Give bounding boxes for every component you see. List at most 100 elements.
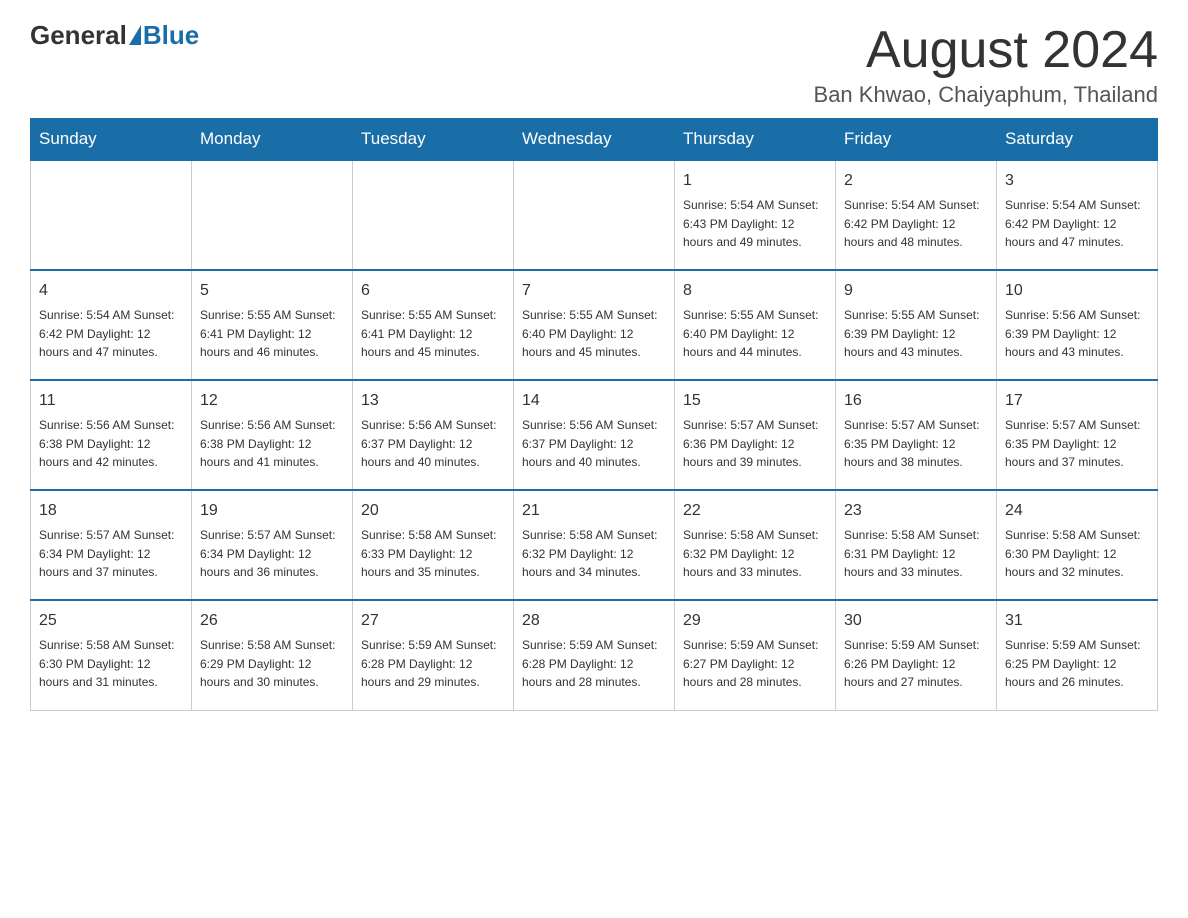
day-number: 23 [844, 499, 988, 523]
day-number: 30 [844, 609, 988, 633]
weekday-header-friday: Friday [836, 119, 997, 161]
week-row-1: 1 Sunrise: 5:54 AM Sunset: 6:43 PM Daylig… [31, 160, 1158, 270]
day-number: 26 [200, 609, 344, 633]
calendar-cell: 11 Sunrise: 5:56 AM Sunset: 6:38 PM Dayli… [31, 380, 192, 490]
page-header: General Blue August 2024 Ban Khwao, Chai… [30, 20, 1158, 108]
weekday-header-wednesday: Wednesday [514, 119, 675, 161]
logo-general-text: General [30, 20, 127, 51]
week-row-3: 11 Sunrise: 5:56 AM Sunset: 6:38 PM Dayli… [31, 380, 1158, 490]
day-info: Sunrise: 5:58 AM Sunset: 6:32 PM Dayligh… [683, 526, 827, 582]
day-number: 8 [683, 279, 827, 303]
day-number: 24 [1005, 499, 1149, 523]
calendar-cell: 21 Sunrise: 5:58 AM Sunset: 6:32 PM Dayli… [514, 490, 675, 600]
calendar-cell: 6Sunrise: 5:55 AM Sunset: 6:41 PM Daylig… [353, 270, 514, 380]
day-number: 28 [522, 609, 666, 633]
day-number: 3 [1005, 169, 1149, 193]
day-info: Sunrise: 5:59 AM Sunset: 6:27 PM Dayligh… [683, 636, 827, 692]
day-info: Sunrise: 5:54 AM Sunset: 6:42 PM Dayligh… [39, 306, 183, 362]
week-row-5: 25 Sunrise: 5:58 AM Sunset: 6:30 PM Dayli… [31, 600, 1158, 710]
calendar-cell: 22 Sunrise: 5:58 AM Sunset: 6:32 PM Dayli… [675, 490, 836, 600]
calendar-cell: 4Sunrise: 5:54 AM Sunset: 6:42 PM Daylig… [31, 270, 192, 380]
calendar-cell: 13Sunrise: 5:56 AM Sunset: 6:37 PM Dayli… [353, 380, 514, 490]
day-info: Sunrise: 5:56 AM Sunset: 6:38 PM Dayligh… [39, 416, 183, 472]
calendar-table: SundayMondayTuesdayWednesdayThursdayFrid… [30, 118, 1158, 711]
day-number: 2 [844, 169, 988, 193]
calendar-cell [514, 160, 675, 270]
day-number: 9 [844, 279, 988, 303]
calendar-cell: 15 Sunrise: 5:57 AM Sunset: 6:36 PM Dayli… [675, 380, 836, 490]
day-info: Sunrise: 5:58 AM Sunset: 6:31 PM Dayligh… [844, 526, 988, 582]
calendar-cell: 1 Sunrise: 5:54 AM Sunset: 6:43 PM Daylig… [675, 160, 836, 270]
day-number: 20 [361, 499, 505, 523]
calendar-cell [192, 160, 353, 270]
day-number: 17 [1005, 389, 1149, 413]
day-info: Sunrise: 5:55 AM Sunset: 6:40 PM Dayligh… [683, 306, 827, 362]
location-title: Ban Khwao, Chaiyaphum, Thailand [814, 82, 1158, 108]
calendar-cell: 31 Sunrise: 5:59 AM Sunset: 6:25 PM Dayli… [997, 600, 1158, 710]
day-info: Sunrise: 5:58 AM Sunset: 6:29 PM Dayligh… [200, 636, 344, 692]
day-number: 6 [361, 279, 505, 303]
weekday-header-row: SundayMondayTuesdayWednesdayThursdayFrid… [31, 119, 1158, 161]
day-info: Sunrise: 5:59 AM Sunset: 6:26 PM Dayligh… [844, 636, 988, 692]
day-info: Sunrise: 5:58 AM Sunset: 6:32 PM Dayligh… [522, 526, 666, 582]
day-info: Sunrise: 5:57 AM Sunset: 6:35 PM Dayligh… [844, 416, 988, 472]
day-info: Sunrise: 5:58 AM Sunset: 6:33 PM Dayligh… [361, 526, 505, 582]
day-number: 14 [522, 389, 666, 413]
day-number: 16 [844, 389, 988, 413]
day-number: 1 [683, 169, 827, 193]
day-info: Sunrise: 5:58 AM Sunset: 6:30 PM Dayligh… [39, 636, 183, 692]
calendar-cell: 7Sunrise: 5:55 AM Sunset: 6:40 PM Daylig… [514, 270, 675, 380]
calendar-cell: 2 Sunrise: 5:54 AM Sunset: 6:42 PM Daylig… [836, 160, 997, 270]
calendar-cell: 16 Sunrise: 5:57 AM Sunset: 6:35 PM Dayli… [836, 380, 997, 490]
day-number: 27 [361, 609, 505, 633]
week-row-2: 4Sunrise: 5:54 AM Sunset: 6:42 PM Daylig… [31, 270, 1158, 380]
logo-blue-text: Blue [143, 20, 199, 51]
calendar-cell: 29 Sunrise: 5:59 AM Sunset: 6:27 PM Dayli… [675, 600, 836, 710]
day-info: Sunrise: 5:56 AM Sunset: 6:39 PM Dayligh… [1005, 306, 1149, 362]
day-info: Sunrise: 5:57 AM Sunset: 6:35 PM Dayligh… [1005, 416, 1149, 472]
weekday-header-saturday: Saturday [997, 119, 1158, 161]
calendar-cell [353, 160, 514, 270]
weekday-header-thursday: Thursday [675, 119, 836, 161]
weekday-header-sunday: Sunday [31, 119, 192, 161]
calendar-cell: 8 Sunrise: 5:55 AM Sunset: 6:40 PM Daylig… [675, 270, 836, 380]
day-info: Sunrise: 5:57 AM Sunset: 6:36 PM Dayligh… [683, 416, 827, 472]
day-info: Sunrise: 5:57 AM Sunset: 6:34 PM Dayligh… [200, 526, 344, 582]
calendar-cell: 5 Sunrise: 5:55 AM Sunset: 6:41 PM Daylig… [192, 270, 353, 380]
day-number: 18 [39, 499, 183, 523]
weekday-header-tuesday: Tuesday [353, 119, 514, 161]
calendar-cell: 17 Sunrise: 5:57 AM Sunset: 6:35 PM Dayli… [997, 380, 1158, 490]
logo: General Blue [30, 20, 199, 51]
calendar-header: SundayMondayTuesdayWednesdayThursdayFrid… [31, 119, 1158, 161]
day-number: 21 [522, 499, 666, 523]
month-title: August 2024 [814, 20, 1158, 80]
day-info: Sunrise: 5:55 AM Sunset: 6:40 PM Dayligh… [522, 306, 666, 362]
calendar-cell: 25 Sunrise: 5:58 AM Sunset: 6:30 PM Dayli… [31, 600, 192, 710]
calendar-cell: 14Sunrise: 5:56 AM Sunset: 6:37 PM Dayli… [514, 380, 675, 490]
day-number: 31 [1005, 609, 1149, 633]
day-number: 15 [683, 389, 827, 413]
day-info: Sunrise: 5:54 AM Sunset: 6:42 PM Dayligh… [844, 196, 988, 252]
day-info: Sunrise: 5:58 AM Sunset: 6:30 PM Dayligh… [1005, 526, 1149, 582]
day-number: 11 [39, 389, 183, 413]
day-number: 10 [1005, 279, 1149, 303]
day-number: 13 [361, 389, 505, 413]
weekday-header-monday: Monday [192, 119, 353, 161]
calendar-cell: 20 Sunrise: 5:58 AM Sunset: 6:33 PM Dayli… [353, 490, 514, 600]
day-number: 29 [683, 609, 827, 633]
day-info: Sunrise: 5:54 AM Sunset: 6:43 PM Dayligh… [683, 196, 827, 252]
day-number: 22 [683, 499, 827, 523]
day-number: 5 [200, 279, 344, 303]
title-block: August 2024 Ban Khwao, Chaiyaphum, Thail… [814, 20, 1158, 108]
day-info: Sunrise: 5:55 AM Sunset: 6:41 PM Dayligh… [200, 306, 344, 362]
calendar-cell: 23 Sunrise: 5:58 AM Sunset: 6:31 PM Dayli… [836, 490, 997, 600]
calendar-cell: 19 Sunrise: 5:57 AM Sunset: 6:34 PM Dayli… [192, 490, 353, 600]
day-number: 19 [200, 499, 344, 523]
day-number: 25 [39, 609, 183, 633]
calendar-cell [31, 160, 192, 270]
calendar-body: 1 Sunrise: 5:54 AM Sunset: 6:43 PM Daylig… [31, 160, 1158, 710]
calendar-cell: 10 Sunrise: 5:56 AM Sunset: 6:39 PM Dayli… [997, 270, 1158, 380]
calendar-cell: 18Sunrise: 5:57 AM Sunset: 6:34 PM Dayli… [31, 490, 192, 600]
day-info: Sunrise: 5:59 AM Sunset: 6:25 PM Dayligh… [1005, 636, 1149, 692]
calendar-cell: 3Sunrise: 5:54 AM Sunset: 6:42 PM Daylig… [997, 160, 1158, 270]
